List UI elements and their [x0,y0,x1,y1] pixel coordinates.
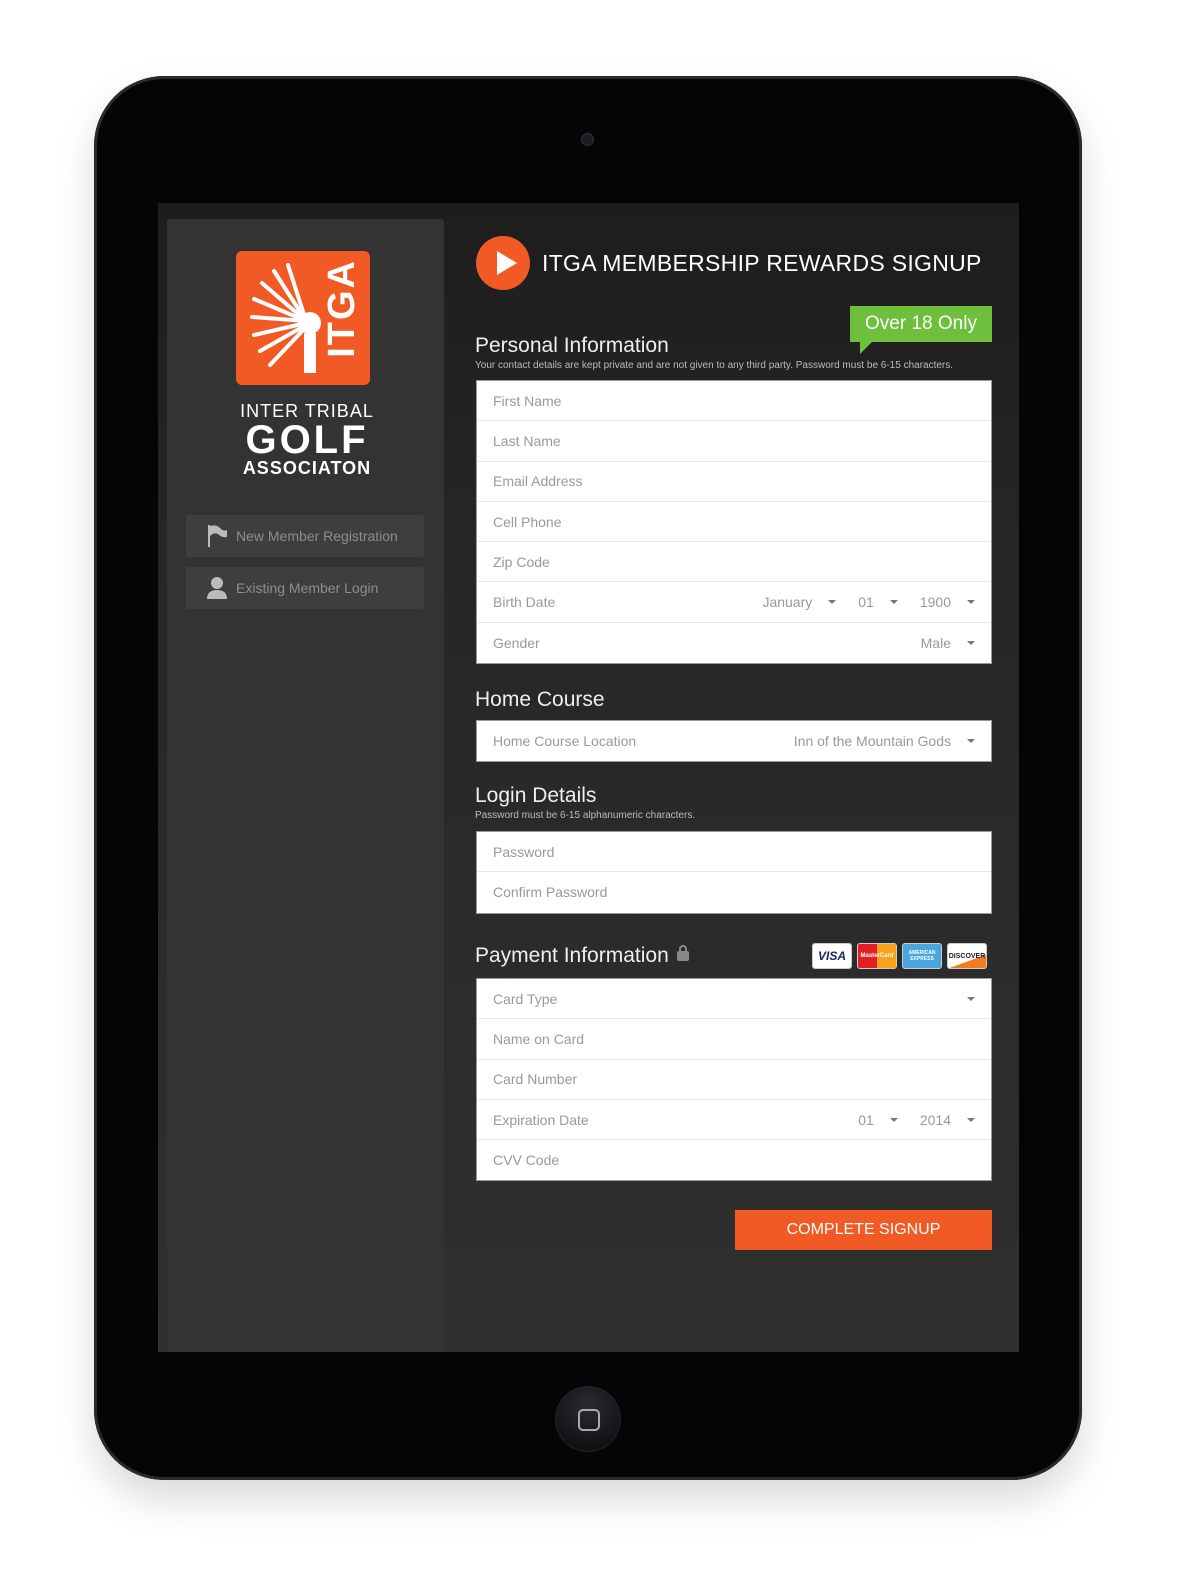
select-value: Inn of the Mountain Gods [793,733,951,750]
expiry-year-select[interactable]: 2014 [920,1112,975,1128]
sidebar-item-new-member[interactable]: New Member Registration [186,515,424,557]
brand-line-2: GOLF [245,418,369,462]
sidebar-item-label: Existing Member Login [236,580,379,596]
select-value: 2014 [919,1111,951,1128]
select-value: 01 [858,1111,874,1128]
login-note: Password must be 6-15 alphanumeric chara… [475,810,696,821]
mastercard-icon: MasterCard [857,943,897,969]
home-course-value-wrap: Inn of the Mountain Gods [794,733,975,749]
chevron-down-icon [967,600,975,605]
age-badge: Over 18 Only [850,306,992,354]
user-icon [207,577,227,599]
home-button[interactable] [555,1386,621,1452]
home-course-fields: Home Course Location Inn of the Mountain… [476,720,992,763]
chevron-down-icon [967,739,975,744]
birth-date-label: Birth Date [493,594,556,611]
placeholder: Cell Phone [493,513,562,530]
placeholder: Last Name [493,432,561,449]
home-course-select[interactable]: Home Course Location Inn of the Mountain… [477,721,991,761]
payment-fields: Card Type Name on Card Card Number Expir… [476,978,992,1182]
card-number-input[interactable]: Card Number [477,1060,991,1100]
chevron-down-icon [828,600,837,605]
cell-phone-input[interactable]: Cell Phone [477,502,991,543]
birth-month-select[interactable]: January [762,594,837,611]
placeholder: Name on Card [493,1030,585,1047]
sidebar: ITGA INTER TRIBAL GOLF ASSOCIATON New Me… [167,219,444,1352]
select-value: January [762,594,813,611]
home-course-heading: Home Course [475,688,605,711]
zip-code-input[interactable]: Zip Code [477,542,991,583]
name-on-card-input[interactable]: Name on Card [477,1019,991,1060]
select-value: Male [920,634,951,651]
itga-logo: ITGA [236,251,370,385]
discover-icon: DISCOVER [947,943,987,969]
gender-select[interactable]: Gender Male [477,623,991,663]
expiration-row: Expiration Date 01 2014 [477,1100,991,1141]
chevron-down-icon [967,640,975,645]
cvv-input[interactable]: CVV Code [477,1140,991,1180]
gender-label: Gender [493,634,540,651]
card-type-select[interactable]: Card Type [477,979,991,1020]
chevron-down-icon [967,1117,975,1122]
visa-icon: VISA [812,943,852,969]
last-name-input[interactable]: Last Name [477,421,991,462]
gender-value-wrap: Male [921,635,975,651]
logo-wordmark: ITGA [321,259,363,358]
sidebar-item-existing-member[interactable]: Existing Member Login [186,567,424,609]
birth-year-select[interactable]: 1900 [920,594,975,610]
placeholder: First Name [493,392,562,409]
flag-icon [208,525,227,547]
personal-heading: Personal Information [475,334,669,357]
sidebar-item-label: New Member Registration [236,528,398,544]
brand-name: INTER TRIBAL GOLF ASSOCIATON [207,401,407,479]
accepted-cards: VISA MasterCard AMERICAN EXPRESS DISCOVE… [812,943,987,969]
first-name-input[interactable]: First Name [477,381,991,422]
confirm-password-input[interactable]: Confirm Password [477,872,991,912]
placeholder: Card Type [493,990,558,1007]
chevron-down-icon [889,1117,898,1122]
email-input[interactable]: Email Address [477,462,991,502]
payment-heading: Payment Information [475,944,669,967]
payment-heading-wrap: Payment Information [475,944,689,968]
chevron-down-icon [967,996,975,1001]
placeholder: Email Address [493,473,583,490]
login-fields: Password Confirm Password [476,831,992,914]
page-title: ITGA MEMBERSHIP REWARDS SIGNUP [542,249,982,276]
camera [581,133,594,146]
complete-signup-button[interactable]: COMPLETE SIGNUP [735,1210,992,1250]
select-value: 1900 [919,594,951,611]
placeholder: CVV Code [493,1152,560,1169]
headdress-icon [250,263,321,373]
birth-day-select[interactable]: 01 [858,594,898,610]
birth-date-row: Birth Date January 01 1900 [477,582,991,623]
placeholder: Card Number [493,1071,578,1088]
screen: ITGA INTER TRIBAL GOLF ASSOCIATON New Me… [158,203,1019,1352]
placeholder: Password [493,843,555,860]
expiration-label: Expiration Date [493,1111,589,1128]
placeholder: Confirm Password [493,884,608,901]
expiry-month-select[interactable]: 01 [858,1112,898,1128]
amex-icon: AMERICAN EXPRESS [902,943,942,969]
home-course-label: Home Course Location [493,733,637,750]
play-icon [476,236,530,290]
lock-icon [676,945,689,962]
personal-fields: First Name Last Name Email Address Cell … [476,380,992,665]
select-value: 01 [858,594,874,611]
placeholder: Zip Code [493,553,550,570]
login-heading: Login Details [475,784,597,807]
chevron-down-icon [889,600,898,605]
password-input[interactable]: Password [477,832,991,873]
personal-note: Your contact details are kept private an… [475,360,954,371]
brand-line-3: ASSOCIATON [242,458,372,478]
